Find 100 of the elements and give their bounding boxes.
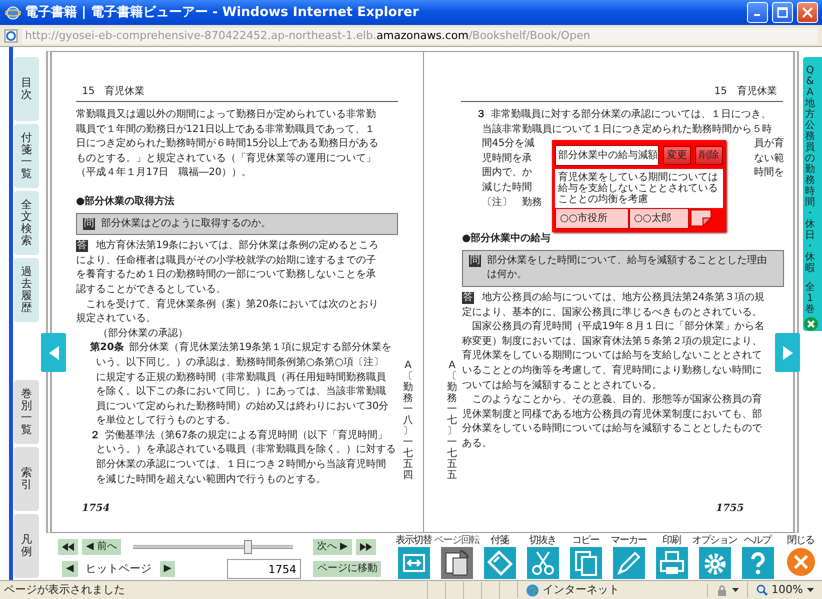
text-line: を養育するため１日の勤務時間の一部について勤務しないことを承 bbox=[76, 268, 376, 282]
toolbar-button[interactable]: ヘルプ bbox=[736, 535, 779, 580]
gear-icon bbox=[698, 547, 730, 579]
text-line: 労働基準法（第67条の規定による育児時間（以下「育児時間」 bbox=[105, 428, 388, 443]
sidebar-tab[interactable]: 凡例 bbox=[14, 514, 39, 578]
right-arrow-icon bbox=[782, 344, 794, 360]
text-line: 認することができるとしている。 bbox=[76, 282, 226, 297]
text-line: 非常勤職員に対する部分休業の承認については、１日につき、 bbox=[491, 108, 771, 122]
text-line: ない範 bbox=[754, 152, 784, 166]
text-line: 児時間を承 bbox=[482, 152, 532, 166]
text-line: 分休業をしている時間については給与を減額することとしたもので bbox=[462, 422, 762, 436]
help-icon bbox=[742, 547, 774, 579]
toolbar-button[interactable]: 印刷 bbox=[650, 535, 693, 580]
next-page-button[interactable] bbox=[775, 333, 800, 372]
text-line: 日につき定められた勤務時間が６時間15分以上である勤務日がある bbox=[76, 137, 379, 152]
hit-previous-button[interactable]: ◀ bbox=[62, 561, 78, 577]
last-page-button[interactable] bbox=[356, 539, 376, 555]
page-number-field[interactable]: 1754 bbox=[227, 559, 302, 579]
text-line: 〔注〕 勤務 bbox=[482, 196, 542, 210]
sidebar-tab[interactable]: 付箋一覧 bbox=[14, 124, 39, 188]
page-number: 1755 bbox=[716, 502, 744, 516]
first-page-button[interactable] bbox=[58, 539, 78, 555]
scissors-icon bbox=[526, 547, 558, 579]
text-line: により、任命権者は職員がその小学校就学の始期に達するまでの子 bbox=[76, 254, 376, 268]
toolbar-button[interactable]: マーカー bbox=[607, 535, 650, 580]
folded-corner-icon bbox=[689, 208, 713, 228]
caret-icon bbox=[807, 588, 814, 592]
text-line: 職員で１年間の勤務日が121日以上である非常勤職員であって、１ bbox=[76, 122, 376, 137]
answer-mark-label: 答 bbox=[76, 240, 88, 252]
text-line: 常勤職員又は週以外の期間によって勤務日が定められている非常勤 bbox=[76, 108, 376, 122]
book-title-panel[interactable]: Q&A地方公務員の勤務時間・休日・休暇 全1巻 bbox=[803, 57, 822, 331]
previous-button[interactable]: ◀ 前へ bbox=[82, 539, 121, 555]
running-header: 15 育児休業 bbox=[461, 84, 783, 102]
zoom-icon bbox=[756, 584, 768, 596]
volume-count: 全1巻 bbox=[804, 281, 816, 317]
text-line: このようなことから、その意義、目的、形態等が国家公務員の育 bbox=[471, 393, 762, 408]
hit-next-button[interactable]: ▶ bbox=[160, 561, 176, 577]
previous-page-button[interactable] bbox=[41, 333, 66, 372]
close-icon[interactable] bbox=[804, 317, 818, 331]
globe-icon bbox=[526, 584, 539, 596]
note-title-field[interactable]: 部分休業中の給与減額 bbox=[555, 145, 659, 166]
department-field: ○○市役所 bbox=[555, 208, 629, 229]
pages-icon bbox=[440, 547, 472, 579]
toolbar-button[interactable]: コピー bbox=[564, 535, 607, 580]
text-line: いう。以下同じ。）の承認は、勤務時間条例第○条第○項〔注〕 bbox=[96, 356, 384, 370]
text-line: 減じた時間 bbox=[482, 180, 532, 195]
note-button[interactable]: 変更 bbox=[663, 146, 691, 165]
caret-icon bbox=[732, 588, 739, 592]
text-line: という。）を承認されている職員（非常勤職員を除く。）に対する bbox=[96, 443, 396, 458]
text-line: 部分休業の承認については、１日につき２時間から当該育児時間 bbox=[96, 458, 386, 472]
sidebar-tab[interactable]: 索引 bbox=[14, 447, 39, 511]
text-line: は何か。 bbox=[487, 268, 527, 282]
text-line: 規定されている。 bbox=[76, 312, 156, 326]
note-button[interactable]: 削除 bbox=[695, 146, 723, 165]
toolbar-button[interactable]: オプション bbox=[693, 535, 736, 580]
text-line: 当該非常勤職員について１日につき定められた勤務時間から５時 bbox=[482, 122, 772, 137]
close-button[interactable] bbox=[797, 2, 818, 23]
display-toggle-icon bbox=[398, 547, 430, 579]
lock-icon bbox=[716, 584, 728, 596]
article-number: ３ bbox=[476, 108, 486, 122]
go-to-page-button[interactable]: ページに移動 bbox=[313, 561, 382, 577]
toolbar-button[interactable]: 付箋 bbox=[478, 535, 521, 580]
memo-text: 育児休業をしている期間については給与を支給しないこととされていることとの均衡を考慮 bbox=[555, 169, 723, 208]
toolbar-button[interactable]: 切抜き bbox=[521, 535, 564, 580]
text-line: 地方育休法第19条においては、部分休業は条例の定めるところ bbox=[96, 239, 379, 254]
margin-note: A〔勤務一八〕一七五四 bbox=[402, 359, 414, 483]
text-line: 定により、基本的に、国家公務員に準じるべきものとされている。 bbox=[462, 306, 762, 320]
next-button[interactable]: 次へ ▶ bbox=[312, 539, 352, 555]
close-icon bbox=[802, 7, 813, 18]
hit-page-label: ヒットページ bbox=[84, 560, 153, 577]
margin-note: A〔勤務一七〕一七五五 bbox=[446, 359, 458, 483]
sidebar-tab[interactable]: 目次 bbox=[14, 57, 39, 121]
text-line: ものとする。」と規定されている（「育児休業等の運用について」 bbox=[76, 152, 376, 166]
close-icon bbox=[786, 547, 816, 577]
section-heading: ●部分休業の取得方法 bbox=[76, 194, 175, 209]
text-line: ある。 bbox=[462, 436, 492, 451]
double-left-arrow-icon bbox=[62, 543, 74, 551]
sidebar-tab[interactable]: 過去履歴 bbox=[14, 258, 39, 322]
text-line: 部分休業（育児休業法第19条第１項に規定する部分休業を bbox=[128, 341, 392, 356]
address-field[interactable]: http://gyosei-eb-comprehensive-870422452.ap-northeast-1.elb.amazonaws.com/Bookshelf/Book/Open bbox=[22, 28, 818, 44]
sidebar-tab[interactable]: 巻別一覧 bbox=[14, 380, 39, 444]
text-line: を減じた時間を超えない範囲内で行うものとする。 bbox=[96, 472, 326, 487]
text-line: 部分休業をした時間について、給与を減額することとした理由 bbox=[487, 254, 767, 268]
running-header: 15 育児休業 bbox=[76, 84, 398, 102]
zoom-level[interactable]: 100% bbox=[772, 582, 803, 598]
sidebar-tab[interactable]: 全文検索 bbox=[14, 191, 39, 255]
slider-thumb[interactable] bbox=[244, 540, 252, 554]
text-line: 員について定められた勤務時間）の始め又は終わりにおいて30分 bbox=[96, 400, 389, 414]
copy-icon bbox=[570, 547, 602, 579]
minimize-button[interactable] bbox=[747, 2, 768, 23]
text-line: これを受けて、育児休業条例（案）第20条においては次のとおり bbox=[85, 298, 379, 312]
toolbar-button[interactable]: 表示切替 bbox=[392, 535, 435, 580]
toolbar-button[interactable]: 閉じる bbox=[779, 535, 822, 580]
text-line: 国家公務員の育児時間（平成19年８月１日に「部分休業」から名 bbox=[471, 320, 765, 334]
browser-logo-icon bbox=[5, 4, 21, 20]
text-line: 部分休業はどのように取得するのか。 bbox=[101, 216, 271, 231]
text-line: （平成４年１月17日 職福―20））。 bbox=[76, 166, 252, 180]
maximize-button[interactable] bbox=[772, 2, 793, 23]
double-right-arrow-icon bbox=[360, 543, 372, 551]
security-zone-label: インターネット bbox=[542, 582, 620, 598]
